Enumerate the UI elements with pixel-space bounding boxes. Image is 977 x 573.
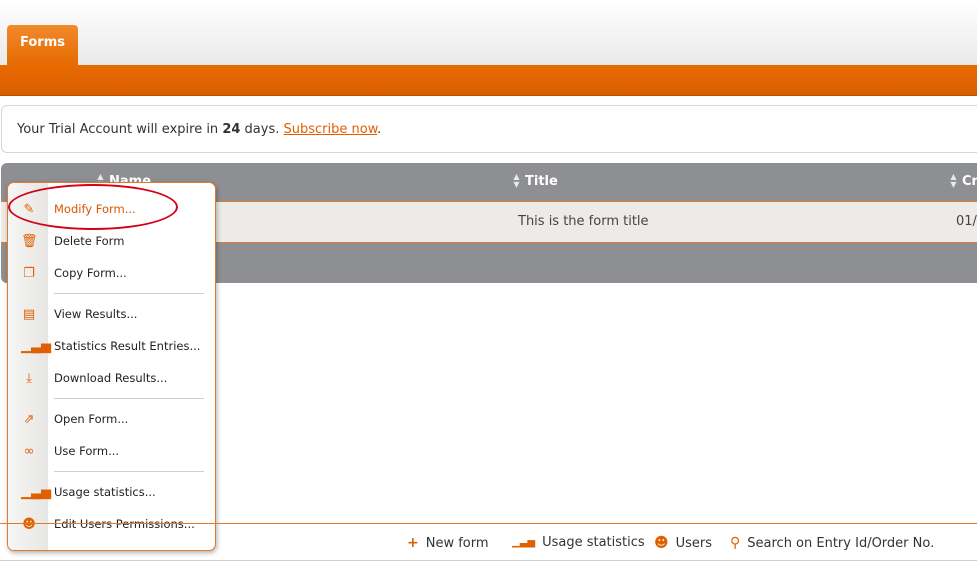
trial-notice-suffix: days. [240, 122, 284, 137]
download-icon: ⤓ [26, 371, 32, 386]
cell-created: 01/ [956, 214, 977, 229]
trial-notice-prefix: Your Trial Account will expire in [17, 122, 223, 137]
users-button[interactable]: ☻ Users [654, 535, 712, 551]
footer-divider [0, 523, 977, 524]
menu-item-view-results[interactable]: ▤ View Results... [8, 301, 215, 329]
user-icon: ☻ [22, 517, 36, 532]
highlight-ellipse [8, 184, 178, 230]
menu-item-download-results[interactable]: ⤓ Download Results... [8, 365, 215, 393]
menu-separator [54, 293, 204, 294]
menu-item-label: Use Form... [54, 444, 120, 458]
menu-separator [54, 471, 204, 472]
menu-separator [54, 398, 204, 399]
open-external-icon: ⇗ [23, 412, 35, 427]
menu-item-label: Copy Form... [54, 266, 127, 280]
column-label-created: Cr [962, 173, 977, 189]
column-label-title: Title [525, 173, 558, 189]
search-icon: ⚲ [730, 535, 741, 551]
footer-bottom-border [0, 560, 977, 561]
menu-item-statistics-result-entries[interactable]: ▁▃▅ Statistics Result Entries... [8, 333, 215, 361]
menu-item-label: View Results... [54, 307, 138, 321]
users-label: Users [675, 535, 713, 551]
nav-bar [0, 65, 977, 96]
menu-item-copy-form[interactable]: ❐ Copy Form... [8, 260, 215, 288]
search-entry-button[interactable]: ⚲ Search on Entry Id/Order No. [730, 535, 934, 551]
bar-chart-icon: ▁▃▅ [21, 339, 51, 354]
bar-chart-icon: ▁▃▅ [21, 485, 51, 500]
cell-title: This is the form title [518, 214, 649, 229]
menu-item-label: Open Form... [54, 412, 129, 426]
bar-chart-icon: ▁▃▅ [512, 537, 536, 548]
menu-item-label: Edit Users Permissions... [54, 517, 195, 531]
trial-notice-end: . [377, 122, 382, 137]
trial-notice: Your Trial Account will expire in 24 day… [1, 105, 977, 153]
column-header-created[interactable]: ▲ ▼ Cr [949, 173, 977, 189]
column-header-title[interactable]: ▲ ▼ Title [512, 172, 558, 189]
tab-forms[interactable]: Forms [7, 25, 78, 66]
context-menu: ✎ Modify Form... 🗑 Delete Form ❐ Copy Fo… [7, 182, 216, 551]
plus-icon: + [407, 535, 419, 551]
usage-statistics-button[interactable]: ▁▃▅ Usage statistics [512, 535, 645, 550]
sort-icon: ▲▼ [513, 172, 520, 189]
menu-item-use-form[interactable]: ∞ Use Form... [8, 438, 215, 466]
link-icon: ∞ [23, 444, 35, 459]
user-icon: ☻ [654, 535, 669, 551]
menu-item-edit-users-permissions[interactable]: ☻ Edit Users Permissions... [8, 511, 215, 539]
menu-item-label: Delete Form [54, 234, 125, 248]
subscribe-link[interactable]: Subscribe now [284, 122, 378, 137]
copy-icon: ❐ [23, 266, 35, 281]
menu-item-usage-statistics[interactable]: ▁▃▅ Usage statistics... [8, 479, 215, 507]
menu-item-label: Usage statistics... [54, 485, 156, 499]
sort-icon: ▲▼ [950, 172, 957, 189]
menu-item-label: Download Results... [54, 371, 168, 385]
menu-item-delete-form[interactable]: 🗑 Delete Form [8, 228, 215, 256]
trash-icon: 🗑 [21, 234, 38, 249]
menu-item-label: Statistics Result Entries... [54, 339, 201, 353]
search-entry-label: Search on Entry Id/Order No. [747, 535, 935, 551]
usage-statistics-label: Usage statistics [542, 535, 645, 550]
new-form-label: New form [425, 535, 489, 551]
results-icon: ▤ [22, 307, 36, 322]
menu-item-open-form[interactable]: ⇗ Open Form... [8, 406, 215, 434]
top-bar [0, 0, 977, 66]
new-form-button[interactable]: + New form [407, 535, 489, 551]
trial-days: 24 [222, 122, 241, 137]
